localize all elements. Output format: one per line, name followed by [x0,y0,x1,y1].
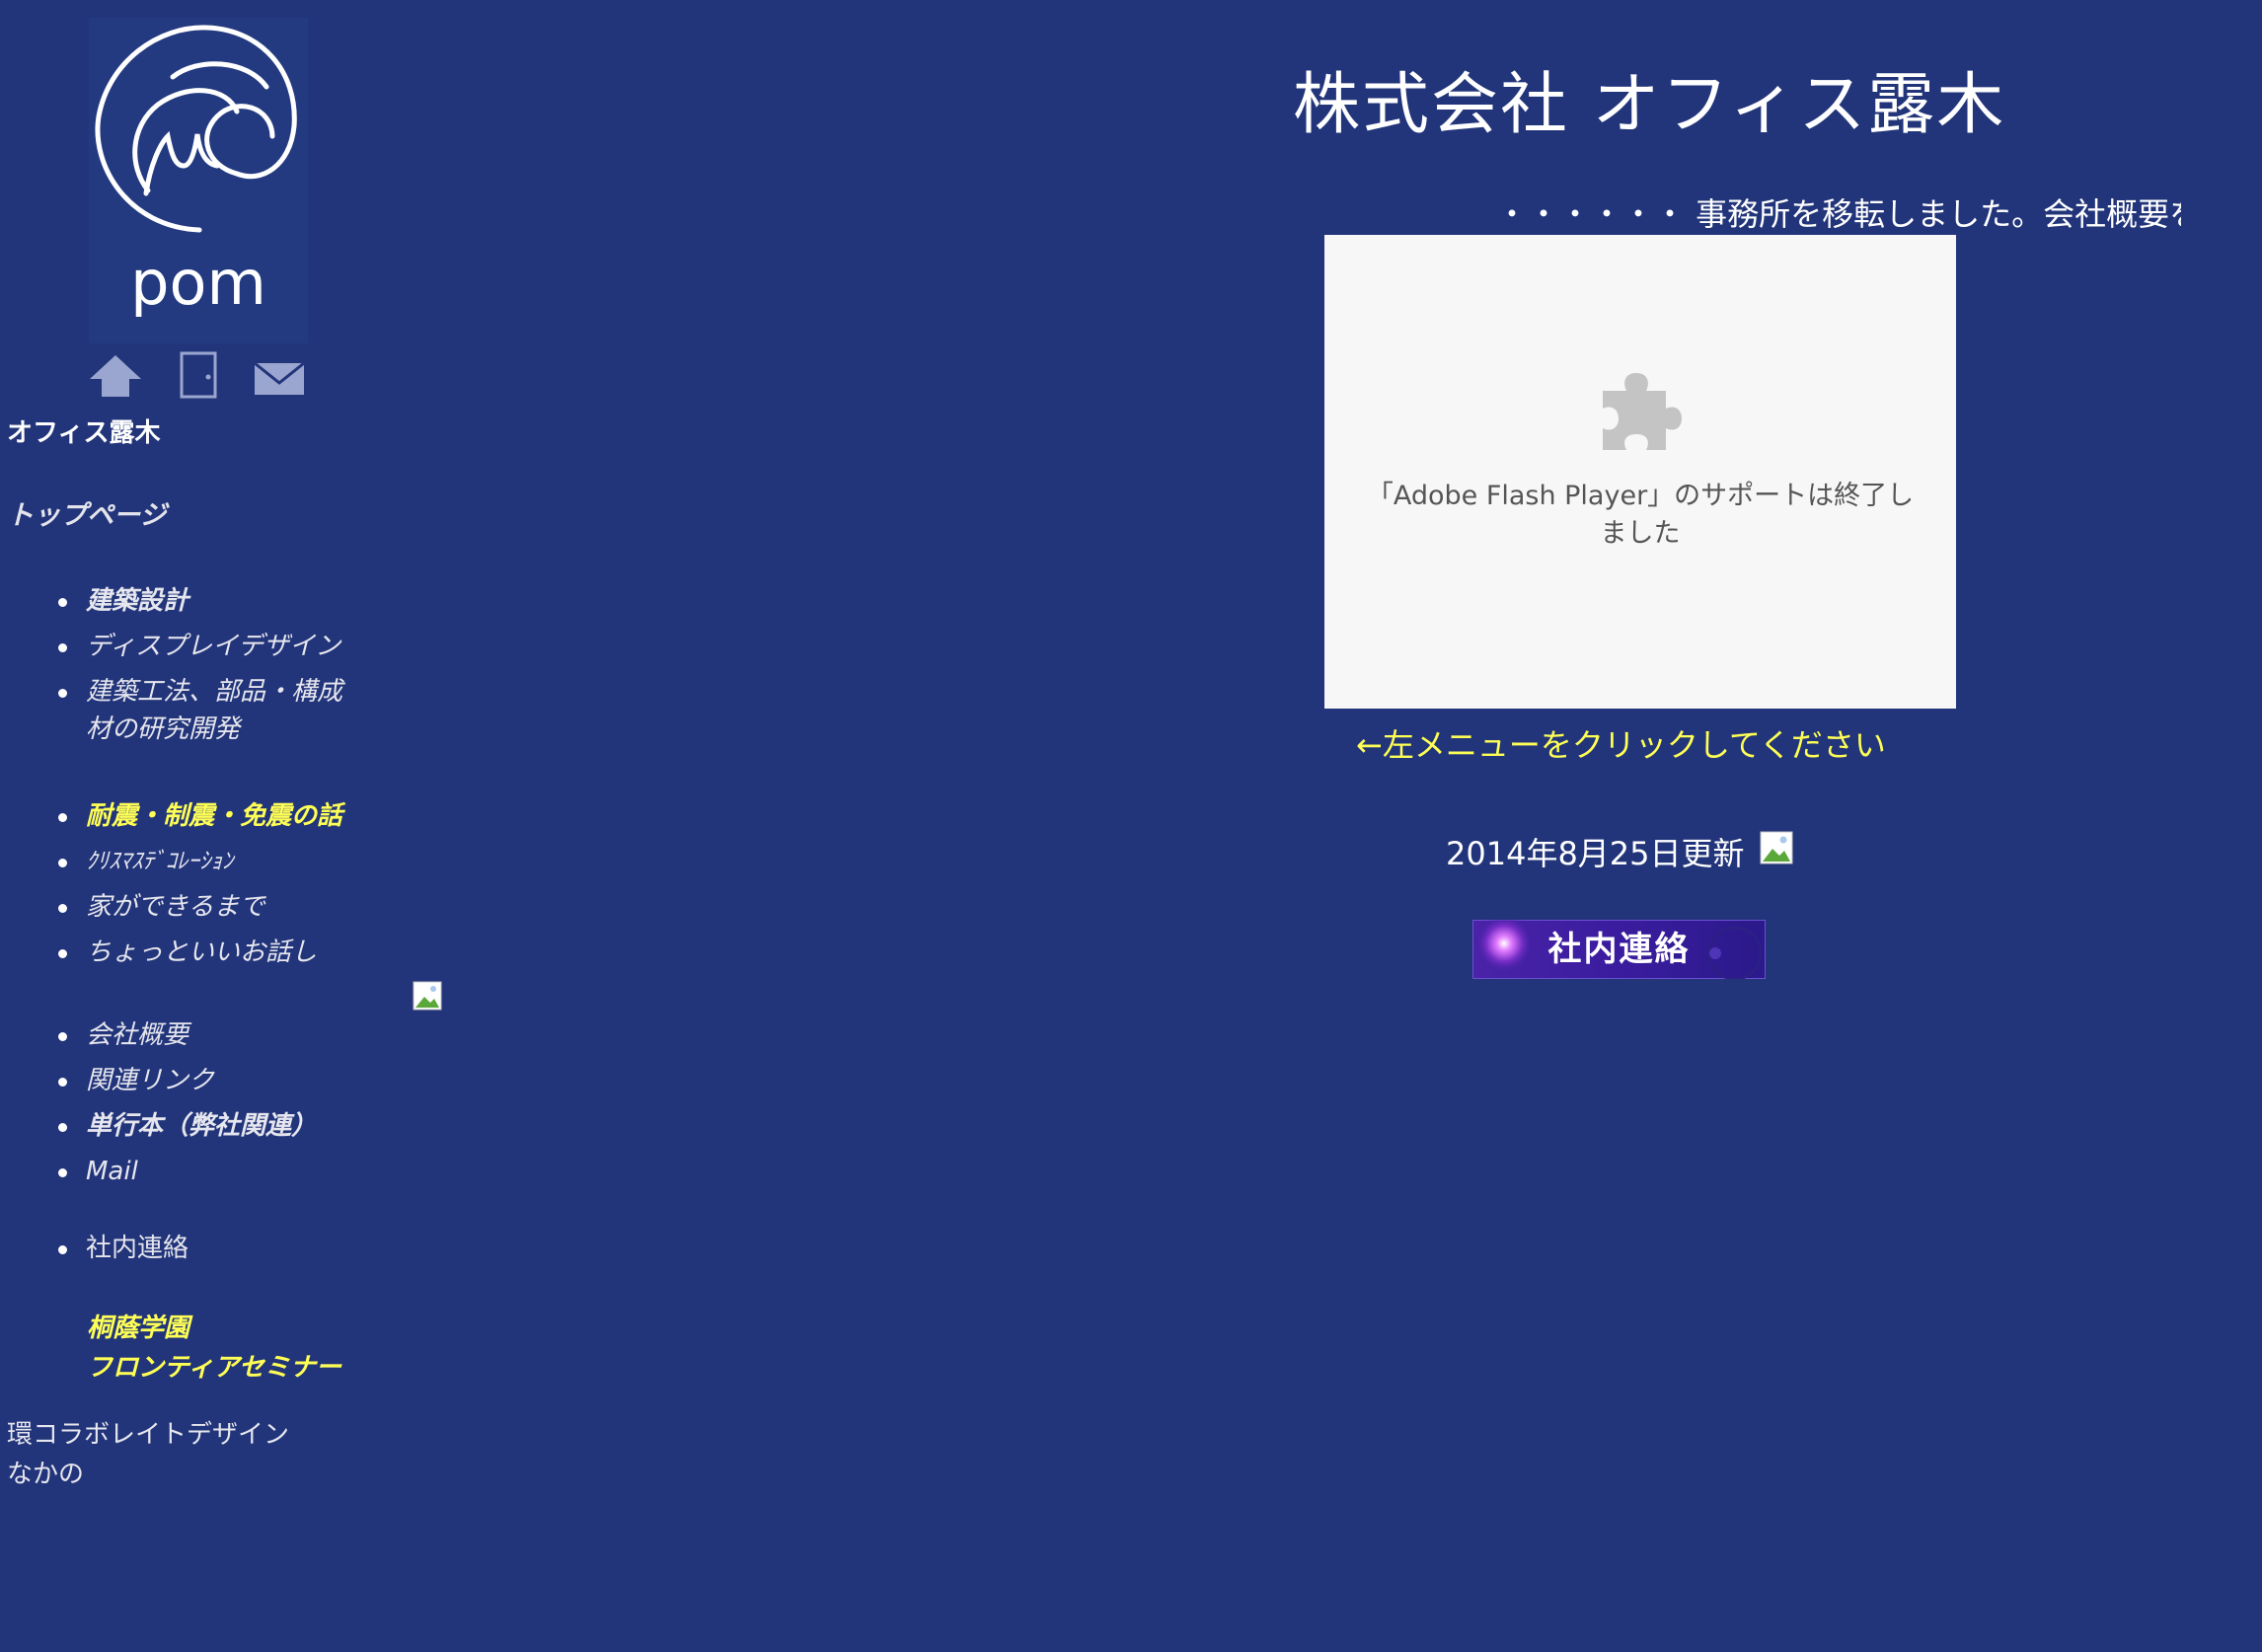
banner-label: 社内連絡 [1547,930,1691,969]
menu-item-internal-contact[interactable]: 社内連絡 [54,1230,390,1267]
external-links-yellow: 桐蔭学園 フロンティアセミナー [87,1309,341,1388]
menu-group-company: 会社概要 関連リンク 単行本（弊社関連） Mail [54,1016,390,1198]
broken-image-icon [1760,831,1793,864]
mail-icon[interactable] [251,351,308,399]
pom-logo[interactable]: pom [89,18,308,343]
menu-item-display-design[interactable]: ディスプレイデザイン [54,628,390,665]
menu-item-architecture[interactable]: 建築設計 [54,582,390,620]
menu-item-books[interactable]: 単行本（弊社関連） [54,1107,390,1145]
menu-group-topics: 耐震・制震・免震の話 ｸﾘｽﾏｽﾃﾞｺﾚｰｼｮﾝ 家ができるまで ちょっといいお… [54,797,390,979]
news-marquee: ・・・・・・ 事務所を移転しました。会社概要を [1283,188,2181,237]
flash-plugin-placeholder: 「Adobe Flash Player」のサポートは終了しました [1324,235,1956,709]
page: pom オフィス露木 トップページ 建築設計 ディスプレイデザイン 建築工法、部… [0,0,2262,1652]
door-icon[interactable] [170,351,227,399]
broken-image-icon [413,981,442,1011]
nav-icon-bar [87,351,314,399]
flash-unsupported-message: 「Adobe Flash Player」のサポートは終了しました [1366,481,1915,549]
svg-text:pom: pom [130,247,266,319]
last-updated-text: 2014年8月25日更新 [1446,835,1745,872]
menu-item-seismic[interactable]: 耐震・制震・免震の話 [54,797,390,835]
external-links-bottom: 環コラボレイトデザイン なかの [7,1415,289,1494]
toin-gakuen-link[interactable]: 桐蔭学園 [87,1309,341,1348]
menu-group-internal: 社内連絡 [54,1230,390,1275]
menu-item-research[interactable]: 建築工法、部品・構成材の研究開発 [54,673,367,748]
click-menu-hint: ←左メニューをクリックしてください [1356,726,1886,764]
menu-item-good-story[interactable]: ちょっといいお話し [54,934,390,971]
menu-item-related-links[interactable]: 関連リンク [54,1062,390,1099]
nakano-link[interactable]: なかの [7,1455,289,1494]
frontier-seminar-link[interactable]: フロンティアセミナー [87,1348,341,1388]
top-page-link[interactable]: トップページ [7,493,166,532]
menu-item-mail[interactable]: Mail [54,1153,390,1190]
kan-collaborate-design-link[interactable]: 環コラボレイトデザイン [7,1415,289,1455]
pom-logo-mark: pom [95,25,297,319]
home-icon[interactable] [87,351,144,399]
page-title: 株式会社 オフィス露木 [1293,66,2006,144]
company-short-name: オフィス露木 [7,418,161,448]
menu-item-company-profile[interactable]: 会社概要 [54,1016,390,1054]
menu-group-services: 建築設計 ディスプレイデザイン 建築工法、部品・構成材の研究開発 [54,582,390,756]
puzzle-piece-icon [1603,373,1682,450]
internal-contact-banner[interactable]: 社内連絡 [1471,914,1767,981]
menu-item-christmas[interactable]: ｸﾘｽﾏｽﾃﾞｺﾚｰｼｮﾝ [54,843,390,880]
news-marquee-text: ・・・・・・ 事務所を移転しました。会社概要を [1496,195,2181,233]
menu-item-house-building[interactable]: 家ができるまで [54,888,390,926]
